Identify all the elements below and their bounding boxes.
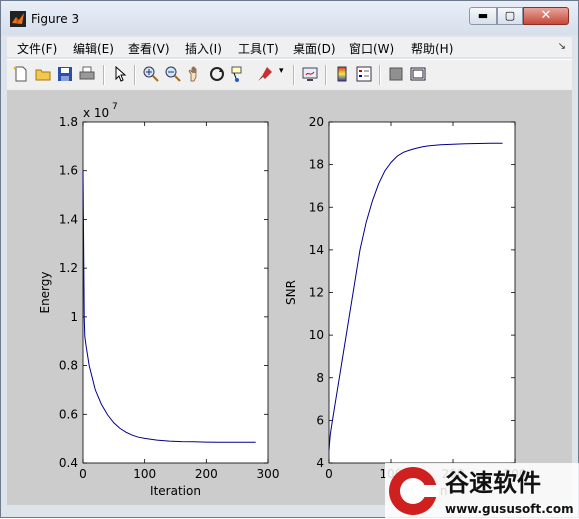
dock-arrow-icon[interactable]: ↘ [558, 41, 566, 52]
menu-help[interactable]: 帮助(H) [411, 40, 453, 57]
brush-menu-icon[interactable]: ▾ [279, 66, 287, 82]
y-axis-label: SNR [284, 280, 298, 305]
menu-file[interactable]: 文件(F) [17, 40, 57, 57]
link-plot-icon[interactable] [302, 66, 318, 82]
y-tick-label: 14 [309, 243, 324, 257]
x-axis-label: Iteration [150, 484, 201, 498]
minimize-icon: ▬ [477, 9, 489, 22]
y-tick-label: 1.6 [59, 164, 78, 178]
y-exponent-label: x 10 [83, 106, 109, 120]
rotate-3d-icon[interactable] [209, 66, 225, 82]
menu-window[interactable]: 窗口(W) [349, 40, 394, 57]
axes-box-1 [82, 121, 269, 464]
maximize-button[interactable]: ▢ [497, 7, 523, 25]
watermark-logo: 谷速软件 www.gususoft.com [385, 463, 579, 519]
figure-window: Figure 3 ▬ ▢ ✕ 文件(F) 编辑(E) 查看(V) 插入(I) 工… [0, 0, 579, 519]
toolbar-separator [325, 65, 327, 85]
close-button[interactable]: ✕ [523, 7, 569, 25]
toolbar-separator [379, 65, 381, 85]
menu-tools[interactable]: 工具(T) [238, 40, 279, 57]
x-tick-label: 0 [325, 467, 333, 481]
maximize-icon: ▢ [504, 9, 516, 22]
menu-edit[interactable]: 编辑(E) [73, 40, 114, 57]
hide-plot-tools-icon[interactable] [388, 66, 404, 82]
y-tick-label: 4 [316, 456, 324, 470]
figure-canvas[interactable]: 0 100 200 300 0.4 0.6 0.8 1 1.2 1.4 1.6 1.8 Iteratio… [7, 90, 572, 505]
brush-icon[interactable] [257, 66, 273, 82]
y-tick-label: 1.2 [59, 261, 78, 275]
zoom-out-icon[interactable] [165, 66, 181, 82]
watermark-url: www.gususoft.com [445, 502, 574, 516]
y-tick-label: 18 [309, 158, 324, 172]
title-bar[interactable]: Figure 3 ▬ ▢ ✕ [1, 1, 578, 35]
x-tick-label: 300 [257, 467, 280, 481]
y-tick-label: 8 [316, 371, 324, 385]
open-file-icon[interactable] [35, 66, 51, 82]
y-tick-label: 1.4 [59, 212, 78, 226]
show-plot-tools-icon[interactable] [410, 66, 426, 82]
y-tick-label: 10 [309, 328, 324, 342]
toolbar-separator [293, 65, 295, 85]
new-figure-icon[interactable] [13, 66, 29, 82]
print-icon[interactable] [79, 66, 95, 82]
y-tick-label: 16 [309, 200, 324, 214]
window-title: Figure 3 [31, 12, 80, 26]
save-icon[interactable] [57, 66, 73, 82]
y-tick-label: 6 [316, 413, 324, 427]
zoom-in-icon[interactable] [143, 66, 159, 82]
menu-view[interactable]: 查看(V) [128, 40, 170, 57]
y-tick-label: 1 [70, 310, 78, 324]
y-exponent-power: 7 [112, 102, 118, 112]
legend-icon[interactable] [356, 66, 372, 82]
matlab-logo-icon [10, 11, 26, 27]
edit-plot-icon[interactable] [112, 66, 128, 82]
toolbar-separator [103, 65, 105, 85]
figure-toolbar: ▾ [7, 59, 572, 91]
figure-plot-area: 0 100 200 3000.40.60.811.21.41.61.8Iteratio… [38, 102, 526, 498]
x-tick-label: 0 [79, 467, 87, 481]
menu-desktop[interactable]: 桌面(D) [293, 40, 336, 57]
data-cursor-icon[interactable] [231, 66, 247, 82]
y-tick-label: 12 [309, 286, 324, 300]
y-tick-label: 20 [309, 115, 324, 129]
y-tick-label: 0.6 [59, 407, 78, 421]
toolbar-separator [134, 65, 136, 85]
y-axis-label: Energy [38, 271, 52, 313]
x-tick-label: 100 [133, 467, 156, 481]
y-tick-label: 0.4 [59, 456, 78, 470]
minimize-button[interactable]: ▬ [469, 7, 497, 25]
menu-bar: 文件(F) 编辑(E) 查看(V) 插入(I) 工具(T) 桌面(D) 窗口(W… [7, 37, 572, 57]
x-tick-label: 200 [195, 467, 218, 481]
watermark-brand: 谷速软件 [445, 469, 541, 497]
colorbar-icon[interactable] [334, 66, 350, 82]
close-icon: ✕ [540, 8, 552, 23]
y-tick-label: 0.8 [59, 359, 78, 373]
y-tick-label: 1.8 [59, 115, 78, 129]
pan-icon[interactable] [187, 66, 203, 82]
menu-insert[interactable]: 插入(I) [185, 40, 222, 57]
axes-box-2 [328, 121, 516, 464]
